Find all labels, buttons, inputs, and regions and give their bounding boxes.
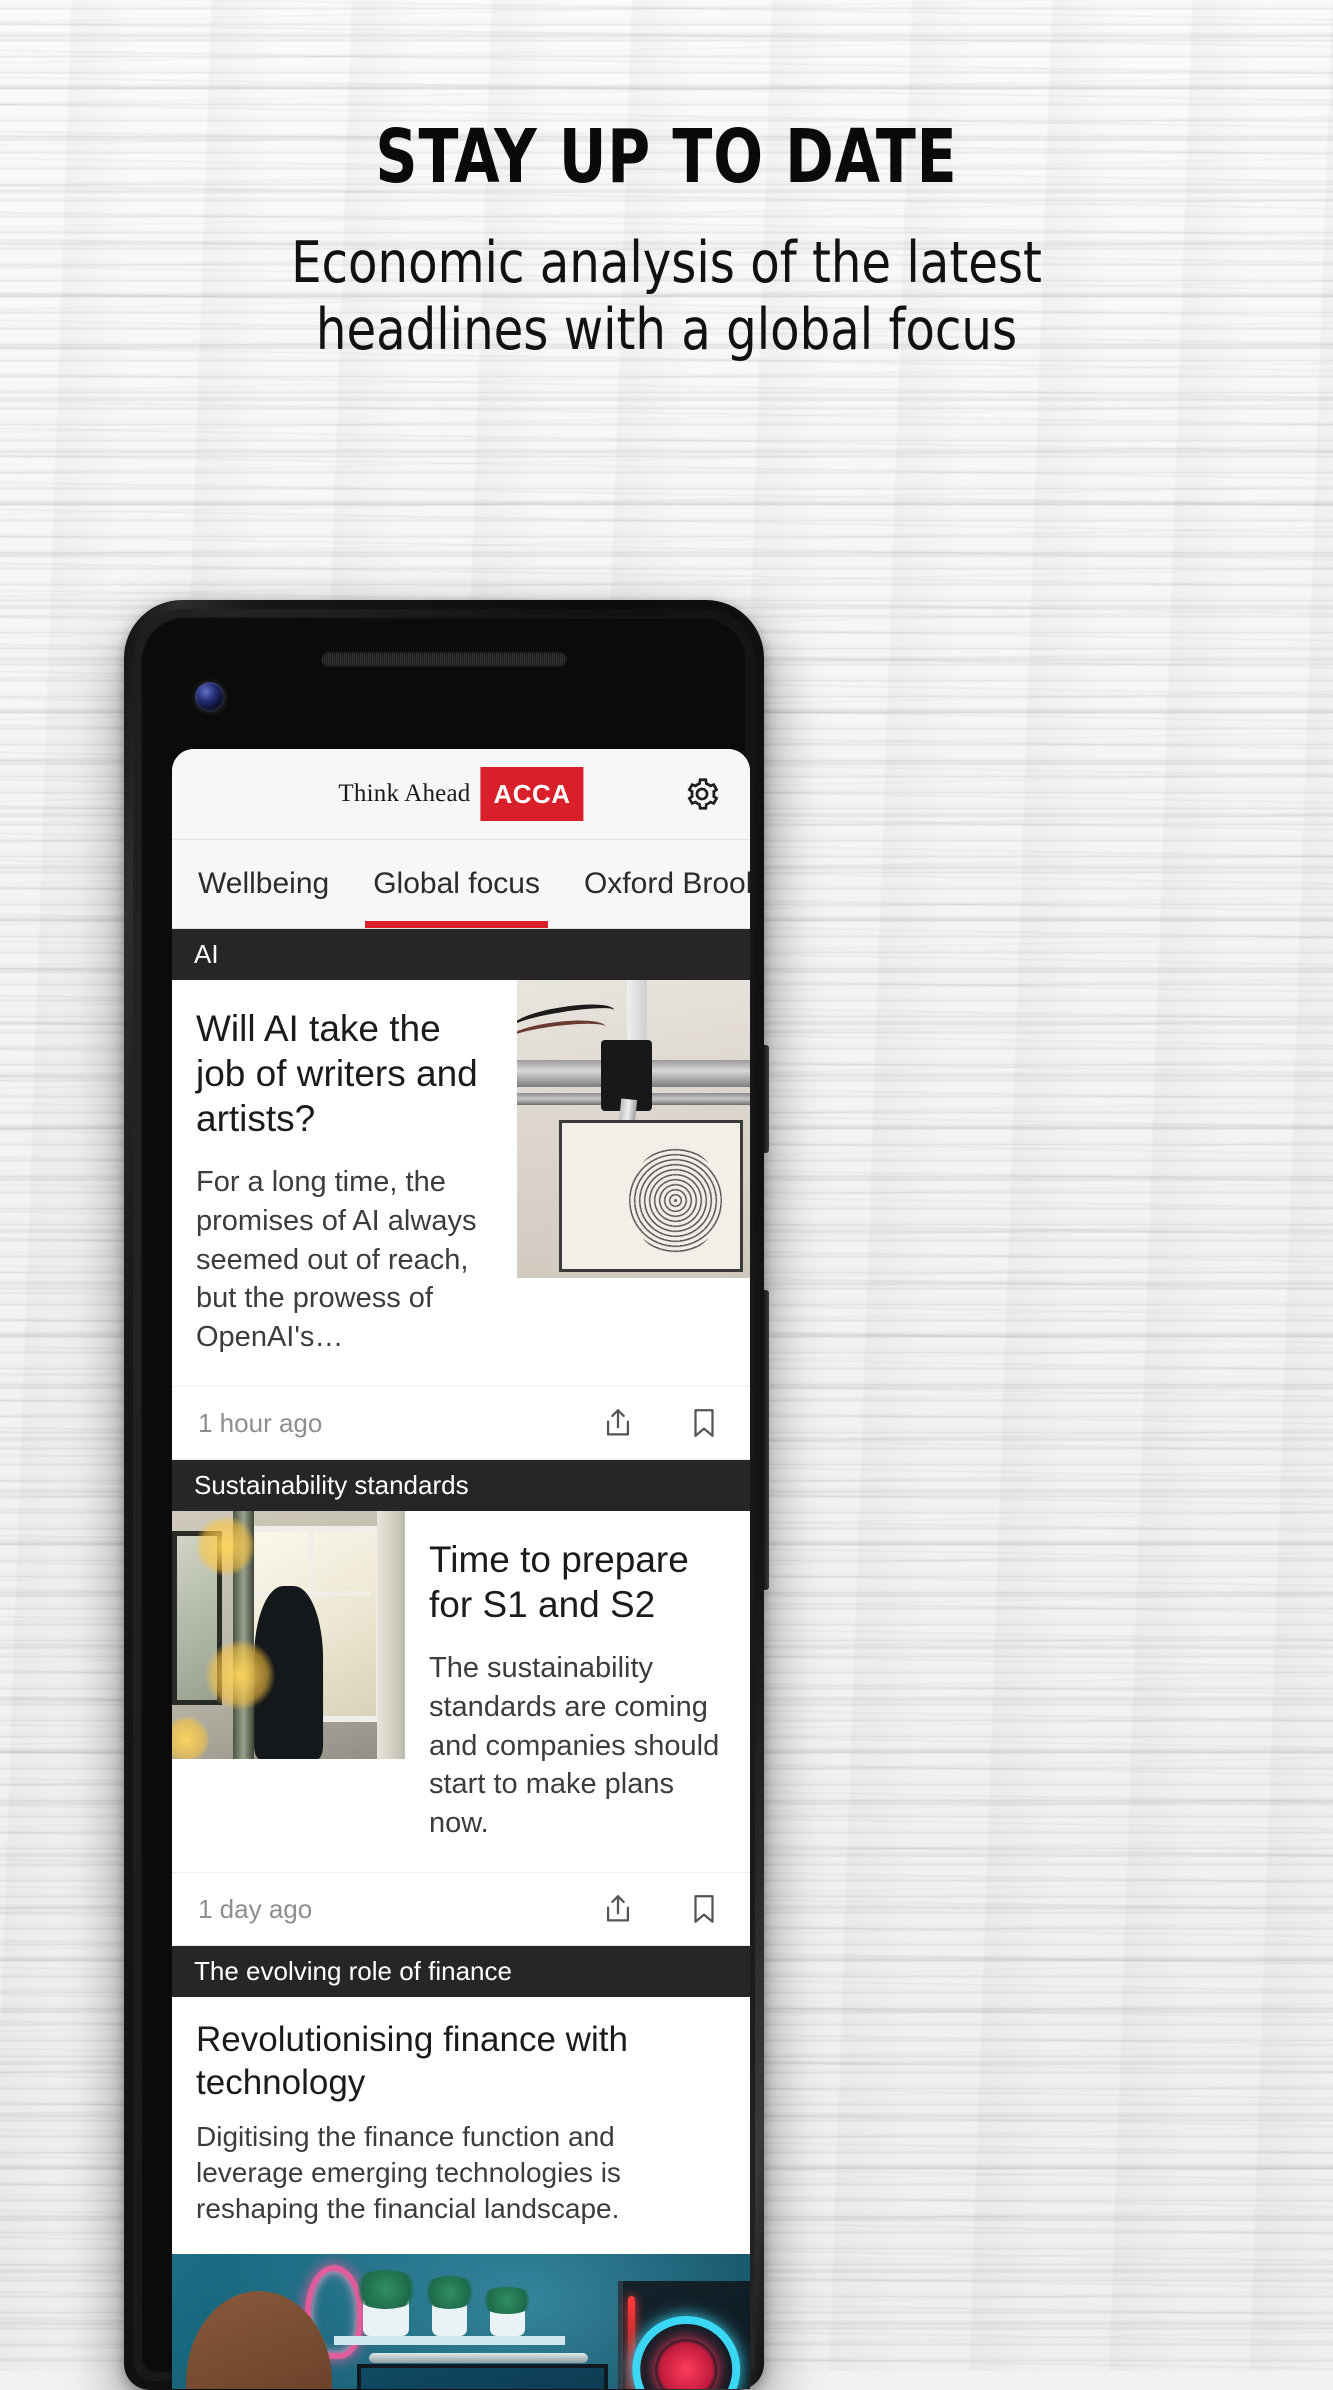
article-title: Revolutionising finance with technology: [196, 2020, 628, 2102]
article-excerpt: The sustainability standards are coming …: [429, 1652, 720, 1839]
share-icon[interactable]: [598, 1889, 638, 1929]
subtitle-line-1: Economic analysis of the latest: [291, 230, 1042, 296]
tab-label: Global focus: [373, 867, 540, 900]
front-camera-icon: [195, 682, 225, 712]
article-card[interactable]: The evolving role of finance Revolutioni…: [172, 1946, 750, 2389]
ai-chatbot-illustration: Hello, Welcome to The CHATBOT START: [172, 2253, 750, 2389]
subtitle-line-2: headlines with a global focus: [315, 297, 1018, 364]
article-card[interactable]: AI Will AI take the job of writers and a…: [172, 929, 750, 1461]
article-category: The evolving role of finance: [172, 1946, 750, 1998]
page-title: STAY UP TO DATE: [375, 114, 958, 200]
window-sunlight-illustration: [172, 1511, 405, 1760]
article-timestamp: 1 hour ago: [198, 1407, 323, 1438]
power-button[interactable]: [762, 1045, 769, 1153]
plotter-robot-illustration: [517, 980, 750, 1278]
bookmark-icon[interactable]: [684, 1889, 724, 1929]
brand-name: ACCA: [480, 766, 584, 822]
article-feed: AI Will AI take the job of writers and a…: [172, 929, 750, 2389]
share-icon[interactable]: [598, 1403, 638, 1443]
article-meta: 1 day ago: [172, 1872, 750, 1947]
article-category: Sustainability standards: [172, 1460, 750, 1512]
tab-global-focus[interactable]: Global focus: [351, 840, 562, 928]
article-body: Time to prepare for S1 and S2 The sustai…: [172, 1511, 750, 1872]
category-tabs[interactable]: Wellbeing Global focus Oxford Brookes BS…: [172, 840, 750, 929]
phone-bezel: Think Ahead ACCA Wellbeing Global focus …: [141, 617, 750, 2389]
earpiece-speaker-icon: [321, 651, 567, 666]
volume-button[interactable]: [762, 1290, 769, 1590]
article-actions: [598, 1403, 724, 1443]
article-meta: 1 hour ago: [172, 1386, 750, 1461]
article-excerpt: Digitising the finance function and leve…: [196, 2120, 621, 2225]
phone-frame-inner: Think Ahead ACCA Wellbeing Global focus …: [133, 609, 755, 2389]
article-thumbnail: [172, 1511, 405, 1760]
tab-oxford-brookes-bsc[interactable]: Oxford Brookes BSc: [562, 840, 750, 928]
article-text: Revolutionising finance with technology …: [172, 1997, 750, 2254]
article-actions: [598, 1889, 724, 1929]
article-text: Will AI take the job of writers and arti…: [172, 980, 517, 1386]
app-header: Think Ahead ACCA: [172, 749, 750, 840]
article-text: Time to prepare for S1 and S2 The sustai…: [405, 1511, 750, 1872]
article-title: Time to prepare for S1 and S2: [429, 1539, 689, 1626]
article-thumbnail: [517, 980, 750, 1278]
brand-logo: Think Ahead ACCA: [338, 766, 584, 822]
article-timestamp: 1 day ago: [198, 1893, 313, 1924]
bookmark-icon[interactable]: [684, 1403, 724, 1443]
tab-wellbeing[interactable]: Wellbeing: [172, 840, 351, 928]
article-body: Will AI take the job of writers and arti…: [172, 980, 750, 1386]
tab-label: Oxford Brookes BSc: [583, 867, 750, 900]
brand-tagline: Think Ahead: [338, 780, 471, 807]
article-hero-image: Hello, Welcome to The CHATBOT START: [172, 2253, 750, 2389]
article-excerpt: For a long time, the promises of AI alwa…: [196, 1166, 477, 1353]
phone-mockup: Think Ahead ACCA Wellbeing Global focus …: [124, 600, 769, 2390]
gear-icon[interactable]: [680, 772, 724, 816]
tab-label: Wellbeing: [198, 867, 330, 900]
marketing-copy: STAY UP TO DATE Economic analysis of the…: [0, 0, 1333, 365]
article-category: AI: [172, 929, 750, 980]
phone-screen: Think Ahead ACCA Wellbeing Global focus …: [172, 749, 750, 2389]
article-card[interactable]: Sustainability standards Time to prepare…: [172, 1460, 750, 1947]
article-title: Will AI take the job of writers and arti…: [196, 1008, 478, 1140]
page-subtitle: Economic analysis of the latest headline…: [40, 194, 1293, 365]
